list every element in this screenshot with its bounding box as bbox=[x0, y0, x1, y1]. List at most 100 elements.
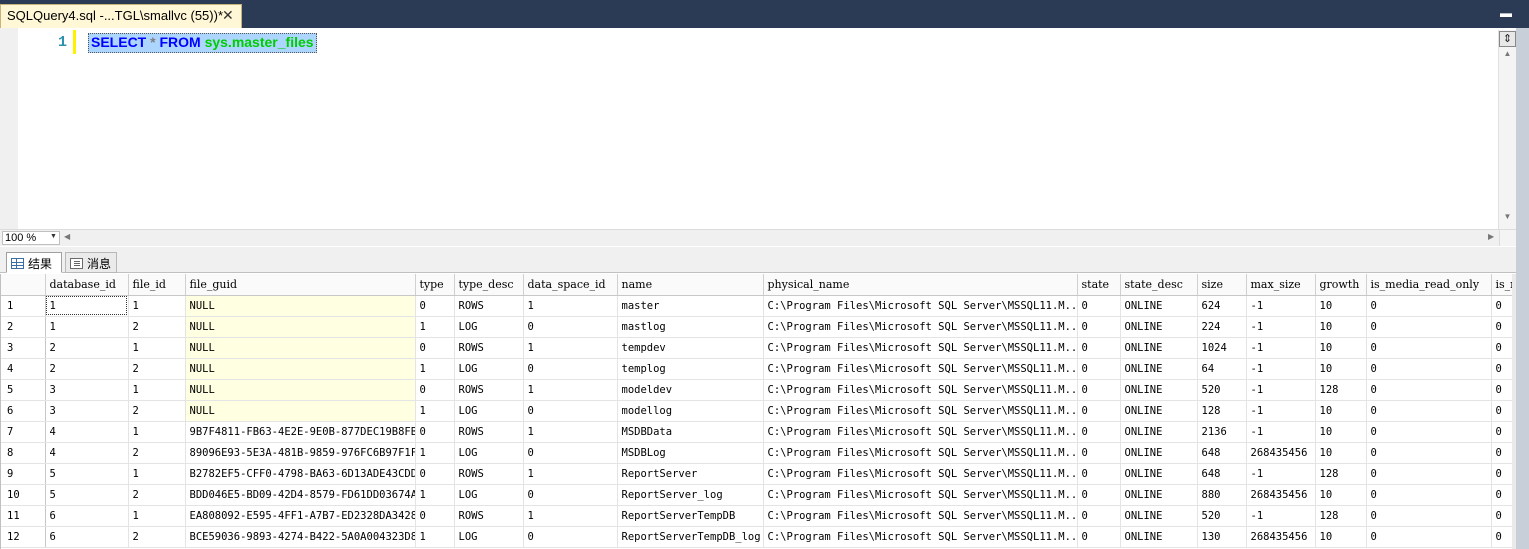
column-header-growth[interactable]: growth bbox=[1315, 274, 1367, 296]
grid-cell[interactable]: ONLINE bbox=[1120, 337, 1198, 359]
table-row[interactable]: 9 5 1 B2782EF5-CFF0-4798-BA63-6D13ADE43CDD 0… bbox=[1, 463, 1512, 485]
grid-cell[interactable]: 2 bbox=[128, 484, 186, 506]
query-editor[interactable] bbox=[0, 28, 1516, 230]
grid-cell[interactable]: 0 bbox=[1366, 526, 1492, 548]
grid-cell[interactable]: 6 bbox=[45, 505, 129, 527]
grid-cell[interactable]: modellog bbox=[617, 400, 764, 422]
grid-cell[interactable]: 1 bbox=[128, 295, 186, 317]
grid-cell[interactable]: 2 bbox=[128, 316, 186, 338]
grid-cell[interactable]: 0 bbox=[523, 400, 618, 422]
column-header-max_size[interactable]: max_size bbox=[1246, 274, 1316, 296]
grid-cell[interactable]: 1 bbox=[128, 337, 186, 359]
grid-cell[interactable]: 1 bbox=[523, 295, 618, 317]
scroll-right-icon[interactable]: ▶ bbox=[1488, 232, 1494, 241]
grid-cell[interactable]: 648 bbox=[1197, 442, 1247, 464]
grid-cell[interactable]: 0 bbox=[415, 463, 455, 485]
grid-cell[interactable]: 1 bbox=[45, 316, 129, 338]
grid-cell[interactable]: 1 bbox=[128, 421, 186, 443]
grid-cell[interactable]: ROWS bbox=[454, 379, 524, 401]
grid-cell[interactable]: 4 bbox=[45, 421, 129, 443]
column-header-name[interactable]: name bbox=[617, 274, 764, 296]
grid-cell[interactable]: ROWS bbox=[454, 295, 524, 317]
grid-cell[interactable]: LOG bbox=[454, 526, 524, 548]
scroll-down-icon[interactable]: ▼ bbox=[1499, 212, 1516, 227]
grid-cell[interactable]: 0 bbox=[415, 337, 455, 359]
grid-cell[interactable]: 130 bbox=[1197, 526, 1247, 548]
grid-cell[interactable]: 0 bbox=[1491, 505, 1512, 527]
grid-cell[interactable]: NULL bbox=[185, 316, 416, 338]
grid-cell[interactable]: 0 bbox=[1491, 442, 1512, 464]
grid-cell[interactable]: 4 bbox=[45, 442, 129, 464]
grid-cell[interactable]: 10 bbox=[1315, 421, 1367, 443]
grid-cell[interactable]: NULL bbox=[185, 295, 416, 317]
grid-cell[interactable]: 1 bbox=[415, 484, 455, 506]
grid-cell[interactable]: 0 bbox=[1366, 358, 1492, 380]
table-row[interactable]: 10 5 2 BDD046E5-BD09-42D4-8579-FD61DD03674A… bbox=[1, 484, 1512, 506]
column-header-file_guid[interactable]: file_guid bbox=[185, 274, 416, 296]
grid-cell[interactable]: C:\Program Files\Microsoft SQL Server\MS… bbox=[763, 421, 1078, 443]
chevron-down-icon[interactable]: ▼ bbox=[50, 233, 57, 240]
table-row[interactable]: 1 1 1 NULL 0 ROWS 1 master C:\Program Files\Micr… bbox=[1, 295, 1512, 317]
row-number[interactable]: 4 bbox=[1, 358, 46, 380]
grid-cell[interactable]: 0 bbox=[1077, 505, 1121, 527]
grid-cell[interactable]: BCE59036-9893-4274-B422-5A0A004323D8 bbox=[185, 526, 416, 548]
tab-list-dropdown-icon[interactable]: ▬ bbox=[1500, 6, 1512, 20]
row-number[interactable]: 6 bbox=[1, 400, 46, 422]
grid-cell[interactable]: 0 bbox=[1077, 526, 1121, 548]
grid-cell[interactable]: 0 bbox=[1077, 295, 1121, 317]
grid-cell[interactable]: ReportServer_log bbox=[617, 484, 764, 506]
column-header-database_id[interactable]: database_id bbox=[45, 274, 129, 296]
grid-cell[interactable]: ReportServer bbox=[617, 463, 764, 485]
grid-cell[interactable]: 9B7F4811-FB63-4E2E-9E0B-877DEC19B8FB bbox=[185, 421, 416, 443]
grid-cell[interactable]: 2 bbox=[45, 337, 129, 359]
grid-cell[interactable]: 0 bbox=[1491, 358, 1512, 380]
grid-cell[interactable]: ONLINE bbox=[1120, 484, 1198, 506]
grid-cell[interactable]: ROWS bbox=[454, 463, 524, 485]
grid-cell[interactable]: 0 bbox=[1077, 484, 1121, 506]
grid-cell[interactable]: -1 bbox=[1246, 316, 1316, 338]
grid-cell[interactable]: 268435456 bbox=[1246, 484, 1316, 506]
grid-cell[interactable]: 1024 bbox=[1197, 337, 1247, 359]
grid-cell[interactable]: 0 bbox=[1491, 337, 1512, 359]
grid-cell[interactable]: -1 bbox=[1246, 337, 1316, 359]
grid-cell[interactable]: 64 bbox=[1197, 358, 1247, 380]
grid-cell[interactable]: 268435456 bbox=[1246, 442, 1316, 464]
grid-cell[interactable]: 1 bbox=[415, 526, 455, 548]
grid-cell[interactable]: 1 bbox=[523, 379, 618, 401]
grid-cell[interactable]: ONLINE bbox=[1120, 295, 1198, 317]
grid-cell[interactable]: -1 bbox=[1246, 505, 1316, 527]
grid-cell[interactable]: 0 bbox=[415, 379, 455, 401]
grid-cell[interactable]: 2 bbox=[128, 358, 186, 380]
row-number[interactable]: 3 bbox=[1, 337, 46, 359]
grid-cell[interactable]: 0 bbox=[415, 505, 455, 527]
row-number[interactable]: 2 bbox=[1, 316, 46, 338]
grid-cell[interactable]: 0 bbox=[1077, 379, 1121, 401]
grid-cell[interactable]: C:\Program Files\Microsoft SQL Server\MS… bbox=[763, 358, 1078, 380]
grid-cell[interactable]: 2 bbox=[128, 442, 186, 464]
grid-cell[interactable]: 10 bbox=[1315, 337, 1367, 359]
grid-cell[interactable]: C:\Program Files\Microsoft SQL Server\MS… bbox=[763, 316, 1078, 338]
table-row[interactable]: 3 2 1 NULL 0 ROWS 1 tempdev C:\Program Files\Mic… bbox=[1, 337, 1512, 359]
grid-cell[interactable]: 0 bbox=[523, 358, 618, 380]
table-row[interactable]: 12 6 2 BCE59036-9893-4274-B422-5A0A004323D8… bbox=[1, 526, 1512, 548]
grid-cell[interactable]: ONLINE bbox=[1120, 526, 1198, 548]
grid-cell[interactable]: -1 bbox=[1246, 295, 1316, 317]
grid-cell[interactable]: ONLINE bbox=[1120, 442, 1198, 464]
grid-corner-header[interactable] bbox=[1, 274, 46, 296]
grid-cell[interactable]: BDD046E5-BD09-42D4-8579-FD61DD03674A bbox=[185, 484, 416, 506]
grid-cell[interactable]: 0 bbox=[1491, 379, 1512, 401]
grid-cell[interactable]: C:\Program Files\Microsoft SQL Server\MS… bbox=[763, 337, 1078, 359]
grid-cell[interactable]: 3 bbox=[45, 379, 129, 401]
column-header-is_r[interactable]: is_r bbox=[1491, 274, 1512, 296]
table-row[interactable]: 7 4 1 9B7F4811-FB63-4E2E-9E0B-877DEC19B8FB 0… bbox=[1, 421, 1512, 443]
grid-cell[interactable]: B2782EF5-CFF0-4798-BA63-6D13ADE43CDD bbox=[185, 463, 416, 485]
tab-results[interactable]: 结果 bbox=[6, 252, 62, 273]
grid-cell[interactable]: ONLINE bbox=[1120, 358, 1198, 380]
grid-cell[interactable]: NULL bbox=[185, 379, 416, 401]
grid-cell[interactable]: 0 bbox=[1077, 442, 1121, 464]
grid-cell[interactable]: LOG bbox=[454, 400, 524, 422]
grid-cell[interactable]: NULL bbox=[185, 358, 416, 380]
grid-cell[interactable]: -1 bbox=[1246, 358, 1316, 380]
grid-cell[interactable]: -1 bbox=[1246, 379, 1316, 401]
grid-cell[interactable]: 0 bbox=[1077, 316, 1121, 338]
